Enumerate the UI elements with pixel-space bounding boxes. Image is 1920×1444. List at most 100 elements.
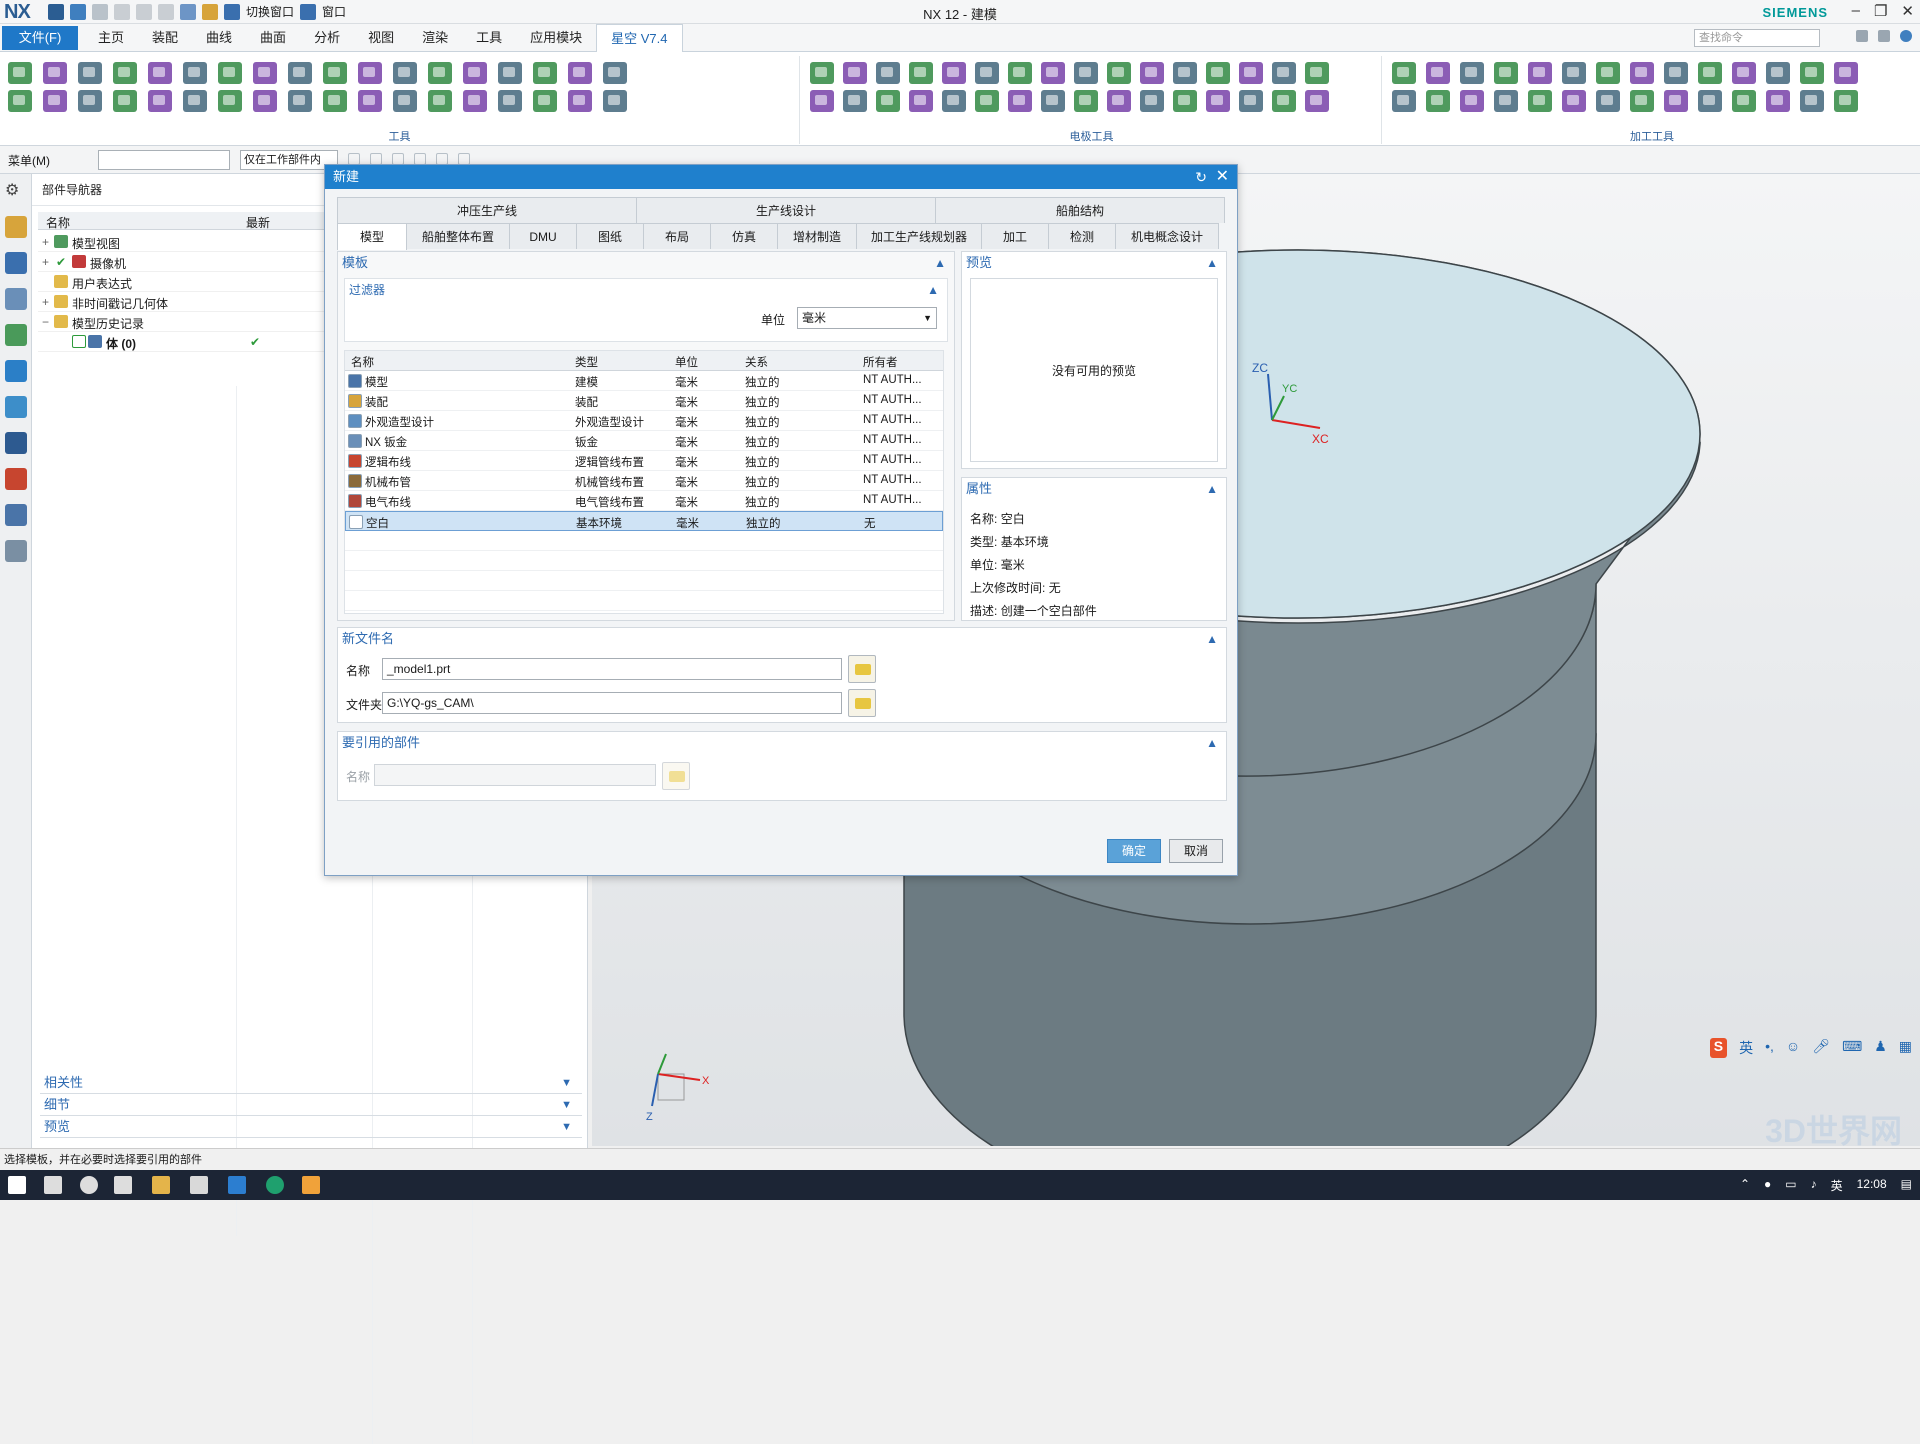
ribbon-tool-icon[interactable] (1239, 62, 1263, 84)
ribbon-tool-icon[interactable] (113, 90, 137, 112)
ribbon-tool-icon[interactable] (393, 90, 417, 112)
ribbon-tool-icon[interactable] (113, 62, 137, 84)
template-row[interactable]: 外观造型设计 外观造型设计 毫米 独立的 NT AUTH... (345, 411, 943, 431)
cortana-icon[interactable] (80, 1176, 98, 1194)
collapse-ribbon-icon[interactable] (1878, 30, 1890, 42)
ime-language[interactable]: 英 (1739, 1038, 1753, 1058)
ribbon-tool-icon[interactable] (183, 90, 207, 112)
ribbon-tool-icon[interactable] (1664, 90, 1688, 112)
tab-home[interactable]: 主页 (84, 24, 138, 53)
edge-icon[interactable] (266, 1176, 284, 1194)
network-icon[interactable]: ▭ (1785, 1177, 1796, 1194)
volume-icon[interactable]: ♪ (1811, 1177, 1817, 1194)
ribbon-tool-icon[interactable] (1074, 62, 1098, 84)
wechat-icon[interactable]: ● (1764, 1177, 1771, 1194)
restore-icon[interactable]: ❐ (1874, 2, 1887, 20)
col-name[interactable]: 名称 (351, 354, 374, 370)
ribbon-tool-icon[interactable] (1562, 62, 1586, 84)
task-view-icon[interactable] (114, 1176, 132, 1194)
ribbon-tool-icon[interactable] (909, 90, 933, 112)
ribbon-tool-icon[interactable] (1206, 62, 1230, 84)
close-icon[interactable]: ✕ (1216, 165, 1229, 189)
template-row[interactable]: 机械布管 机械管线布置 毫米 独立的 NT AUTH... (345, 471, 943, 491)
ribbon-tool-icon[interactable] (810, 90, 834, 112)
ribbon-tool-icon[interactable] (43, 62, 67, 84)
tab-ship-layout[interactable]: 船舶整体布置 (406, 223, 510, 249)
clock-icon[interactable] (5, 432, 27, 454)
ribbon-tool-icon[interactable] (568, 90, 592, 112)
history-icon[interactable] (5, 396, 27, 418)
menu-button[interactable]: 菜单(M) (8, 152, 50, 169)
template-row[interactable]: 装配 装配 毫米 独立的 NT AUTH... (345, 391, 943, 411)
minimize-icon[interactable]: – (1852, 2, 1860, 20)
ribbon-tool-icon[interactable] (1426, 62, 1450, 84)
ribbon-tool-icon[interactable] (1528, 62, 1552, 84)
ribbon-tool-icon[interactable] (288, 90, 312, 112)
ribbon-tool-icon[interactable] (358, 62, 382, 84)
tab-view[interactable]: 视图 (354, 24, 408, 53)
ribbon-tool-icon[interactable] (323, 62, 347, 84)
tab-application[interactable]: 应用模块 (516, 24, 596, 53)
ribbon-tool-icon[interactable] (1460, 62, 1484, 84)
help-icon[interactable] (1900, 30, 1912, 42)
ribbon-tool-icon[interactable] (218, 62, 242, 84)
ribbon-tool-icon[interactable] (253, 62, 277, 84)
panel-details[interactable]: 细节 ▼ (40, 1094, 582, 1116)
ok-button[interactable]: 确定 (1107, 839, 1161, 863)
ribbon-tool-icon[interactable] (1239, 90, 1263, 112)
user-icon[interactable]: ♟ (1874, 1038, 1887, 1058)
settings-icon[interactable]: ⚙ (5, 180, 27, 202)
ribbon-tool-icon[interactable] (1140, 62, 1164, 84)
new-filename-header[interactable]: 新文件名 ▲ (338, 628, 1226, 650)
ribbon-tool-icon[interactable] (498, 90, 522, 112)
keyboard-icon[interactable]: ⌨ (1842, 1038, 1862, 1058)
ribbon-tool-icon[interactable] (1494, 90, 1518, 112)
ribbon-tool-icon[interactable] (1800, 90, 1824, 112)
ribbon-tool-icon[interactable] (1800, 62, 1824, 84)
tab-tools[interactable]: 工具 (462, 24, 516, 53)
ribbon-tool-icon[interactable] (568, 62, 592, 84)
ribbon-tool-icon[interactable] (876, 90, 900, 112)
ribbon-tool-icon[interactable] (463, 62, 487, 84)
ribbon-tool-icon[interactable] (975, 90, 999, 112)
reuse-library-icon[interactable] (5, 324, 27, 346)
layout-icon[interactable] (1856, 30, 1868, 42)
ribbon-tool-icon[interactable] (1074, 90, 1098, 112)
checkbox-icon[interactable] (72, 335, 86, 348)
browse-name-button[interactable] (848, 655, 876, 683)
tab-manufacturing[interactable]: 加工 (981, 223, 1049, 249)
notification-icon[interactable]: ▤ (1901, 1177, 1912, 1194)
ribbon-tool-icon[interactable] (1732, 90, 1756, 112)
col-unit[interactable]: 单位 (675, 354, 698, 370)
collapse-icon[interactable]: − (42, 315, 49, 329)
column-name[interactable]: 名称 (46, 214, 70, 231)
ribbon-tool-icon[interactable] (533, 62, 557, 84)
tab-drawing[interactable]: 图纸 (576, 223, 644, 249)
tab-inspection[interactable]: 检测 (1048, 223, 1116, 249)
tray-language[interactable]: 英 (1831, 1177, 1843, 1194)
ribbon-tool-icon[interactable] (498, 62, 522, 84)
ribbon-tool-icon[interactable] (1272, 62, 1296, 84)
preview-section-header[interactable]: 预览 ▲ (962, 252, 1226, 274)
tab-model[interactable]: 模型 (337, 223, 407, 250)
ribbon-tool-icon[interactable] (1630, 62, 1654, 84)
command-search-input[interactable]: 查找命令 (1694, 29, 1820, 47)
ribbon-tool-icon[interactable] (1041, 90, 1065, 112)
constraint-navigator-icon[interactable] (5, 288, 27, 310)
ribbon-tool-icon[interactable] (8, 90, 32, 112)
ribbon-tool-icon[interactable] (810, 62, 834, 84)
panel-preview[interactable]: 预览 ▼ (40, 1116, 582, 1138)
roles-icon[interactable] (5, 468, 27, 490)
process-studio-icon[interactable] (5, 540, 27, 562)
tab-surface[interactable]: 曲面 (246, 24, 300, 53)
ribbon-tool-icon[interactable] (1107, 62, 1131, 84)
ribbon-tool-icon[interactable] (603, 90, 627, 112)
column-latest[interactable]: 最新 (246, 214, 270, 231)
ribbon-tool-icon[interactable] (1562, 90, 1586, 112)
ribbon-tool-icon[interactable] (78, 62, 102, 84)
tab-simulation[interactable]: 仿真 (710, 223, 778, 249)
expand-icon[interactable]: + (42, 255, 49, 269)
reset-icon[interactable]: ↻ (1195, 165, 1207, 189)
ribbon-tool-icon[interactable] (1834, 62, 1858, 84)
template-row[interactable]: 模型 建模 毫米 独立的 NT AUTH... (345, 371, 943, 391)
